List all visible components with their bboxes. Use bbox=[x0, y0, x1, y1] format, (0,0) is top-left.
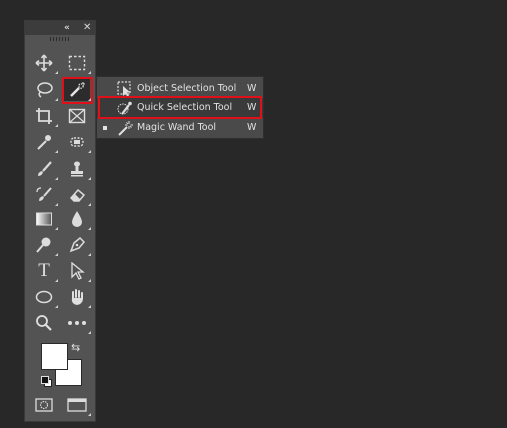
swap-colors-icon[interactable]: ⇆ bbox=[71, 341, 80, 354]
gradient-icon bbox=[36, 212, 52, 226]
panel-grip[interactable] bbox=[50, 37, 70, 41]
ellipse-tool[interactable] bbox=[31, 286, 58, 308]
arrow-icon bbox=[71, 262, 85, 280]
zoom-tool[interactable] bbox=[31, 312, 57, 334]
eraser-icon bbox=[69, 188, 86, 202]
blur-icon bbox=[72, 211, 82, 227]
blur-tool[interactable] bbox=[64, 208, 91, 230]
submenu-indicator bbox=[88, 150, 91, 153]
quick-mask-icon bbox=[35, 398, 53, 412]
brush-tool[interactable] bbox=[31, 158, 58, 180]
submenu-indicator bbox=[55, 177, 58, 180]
submenu-indicator bbox=[88, 305, 91, 308]
frame-tool[interactable] bbox=[64, 105, 90, 127]
submenu-indicator bbox=[55, 150, 58, 153]
dodge-tool[interactable] bbox=[31, 234, 58, 256]
submenu-indicator bbox=[55, 305, 58, 308]
default-colors-icon[interactable] bbox=[41, 376, 52, 387]
type-icon: T bbox=[38, 260, 50, 281]
foreground-color-swatch[interactable] bbox=[41, 343, 68, 370]
object-selection-icon bbox=[117, 81, 131, 97]
crop-tool[interactable] bbox=[31, 105, 58, 127]
dodge-icon bbox=[36, 237, 51, 253]
submenu-indicator bbox=[88, 331, 91, 334]
clone-stamp-tool[interactable] bbox=[64, 158, 91, 180]
zoom-icon bbox=[36, 315, 52, 331]
move-icon bbox=[35, 54, 53, 72]
brush-icon bbox=[38, 161, 52, 176]
flyout-item-shortcut: W bbox=[247, 122, 257, 133]
history-brush-icon bbox=[36, 187, 52, 201]
submenu-indicator bbox=[88, 279, 91, 282]
type-tool[interactable]: T bbox=[31, 260, 58, 282]
marquee-icon bbox=[68, 55, 86, 71]
submenu-indicator bbox=[88, 177, 91, 180]
history-brush-tool[interactable] bbox=[31, 184, 58, 206]
stamp-icon bbox=[71, 161, 83, 177]
magic-wand-icon bbox=[118, 121, 133, 136]
flyout-item-magic-wand[interactable]: Magic Wand Tool W bbox=[97, 118, 263, 138]
ellipse-icon bbox=[35, 290, 53, 304]
hand-icon bbox=[71, 289, 83, 305]
pen-icon bbox=[69, 236, 86, 253]
edit-toolbar[interactable] bbox=[64, 312, 91, 334]
lasso-icon bbox=[37, 82, 53, 98]
healing-icon bbox=[70, 137, 84, 147]
screen-mode-icon bbox=[67, 398, 87, 412]
submenu-indicator bbox=[88, 227, 91, 230]
flyout-item-label: Magic Wand Tool bbox=[137, 122, 217, 133]
hand-tool[interactable] bbox=[64, 286, 91, 308]
eyedropper-tool[interactable] bbox=[31, 131, 58, 153]
flyout-highlight bbox=[98, 96, 262, 119]
pen-tool[interactable] bbox=[64, 234, 91, 256]
path-selection-tool[interactable] bbox=[64, 260, 91, 282]
screen-mode-button[interactable] bbox=[64, 394, 91, 416]
submenu-indicator bbox=[55, 124, 58, 127]
current-tool-bullet bbox=[103, 126, 107, 130]
rectangular-marquee-tool[interactable] bbox=[64, 52, 91, 74]
quick-mask-button[interactable] bbox=[31, 394, 57, 416]
submenu-indicator bbox=[88, 413, 91, 416]
gradient-tool[interactable] bbox=[31, 208, 58, 230]
panel-header[interactable]: « ✕ bbox=[25, 21, 95, 35]
move-tool[interactable] bbox=[31, 52, 58, 74]
eyedropper-icon bbox=[37, 135, 51, 150]
collapse-icon[interactable]: « bbox=[64, 21, 70, 35]
submenu-indicator bbox=[55, 203, 58, 206]
eraser-tool[interactable] bbox=[64, 184, 91, 206]
submenu-indicator bbox=[55, 253, 58, 256]
close-icon[interactable]: ✕ bbox=[83, 21, 91, 35]
frame-icon bbox=[68, 108, 86, 124]
submenu-indicator bbox=[55, 279, 58, 282]
more-icon bbox=[68, 321, 86, 325]
spot-healing-tool[interactable] bbox=[64, 131, 91, 153]
submenu-indicator bbox=[88, 253, 91, 256]
submenu-indicator bbox=[55, 71, 58, 74]
submenu-indicator bbox=[55, 98, 58, 101]
crop-icon bbox=[36, 108, 52, 124]
lasso-tool[interactable] bbox=[31, 79, 58, 101]
submenu-indicator bbox=[88, 71, 91, 74]
submenu-indicator bbox=[88, 203, 91, 206]
submenu-indicator bbox=[55, 227, 58, 230]
tool-highlight bbox=[62, 77, 93, 104]
